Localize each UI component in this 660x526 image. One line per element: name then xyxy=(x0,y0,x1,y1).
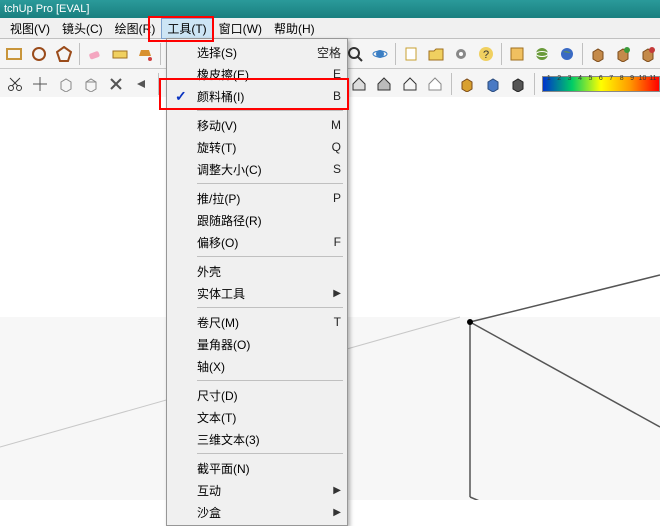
check-icon: ✓ xyxy=(175,88,187,105)
menu-item-solid[interactable]: 实体工具▶ xyxy=(169,282,345,304)
separator xyxy=(501,43,502,65)
menu-item-select[interactable]: 选择(S)空格 xyxy=(169,41,345,63)
menu-separator xyxy=(197,183,343,184)
app-title: tchUp Pro [EVAL] xyxy=(4,3,89,15)
submenu-arrow-icon: ▶ xyxy=(333,507,341,518)
polygon-icon[interactable] xyxy=(52,41,75,67)
menu-item-sandbox[interactable]: 沙盒▶ xyxy=(169,501,345,523)
separator xyxy=(158,73,159,95)
box-red-icon[interactable] xyxy=(636,41,659,67)
menu-item-rotate[interactable]: 旋转(T)Q xyxy=(169,136,345,158)
circle-icon[interactable] xyxy=(28,41,51,67)
cube-dark-icon[interactable] xyxy=(506,71,529,97)
cube-blue-icon[interactable] xyxy=(481,71,504,97)
tools-dropdown: 选择(S)空格 橡皮擦(E)E ✓ 颜料桶(I)B 移动(V)M 旋转(T)Q … xyxy=(166,38,348,526)
paint-bucket-icon[interactable] xyxy=(134,41,157,67)
shadow-gradient[interactable]: 1234567891011 xyxy=(542,76,660,92)
menu-item-interact[interactable]: 互动▶ xyxy=(169,479,345,501)
close-icon[interactable] xyxy=(105,71,128,97)
separator xyxy=(160,43,161,65)
menu-item-section[interactable]: 截平面(N) xyxy=(169,457,345,479)
menu-separator xyxy=(197,110,343,111)
arrow-icon[interactable] xyxy=(130,71,153,97)
gradient-labels: 1234567891011 xyxy=(543,75,659,82)
wireframe-solid-icon[interactable] xyxy=(79,71,102,97)
rectangle-icon[interactable] xyxy=(3,41,26,67)
menu-item-dimensions[interactable]: 尺寸(D) xyxy=(169,384,345,406)
wireframe-open-icon[interactable] xyxy=(54,71,77,97)
separator xyxy=(582,43,583,65)
tape-measure-icon[interactable] xyxy=(109,41,132,67)
orbit-icon[interactable] xyxy=(368,41,391,67)
menu-help[interactable]: 帮助(H) xyxy=(268,18,321,39)
menu-item-protractor[interactable]: 量角器(O) xyxy=(169,333,345,355)
submenu-arrow-icon: ▶ xyxy=(333,485,341,496)
menu-item-eraser[interactable]: 橡皮擦(E)E xyxy=(169,63,345,85)
menu-window[interactable]: 窗口(W) xyxy=(213,18,268,39)
separator xyxy=(451,73,452,95)
eraser-icon[interactable] xyxy=(84,41,107,67)
menu-item-paint-bucket[interactable]: ✓ 颜料桶(I)B xyxy=(169,85,345,107)
earth-icon[interactable] xyxy=(555,41,578,67)
menu-item-text[interactable]: 文本(T) xyxy=(169,406,345,428)
menu-item-shell[interactable]: 外壳 xyxy=(169,260,345,282)
menu-item-pushpull[interactable]: 推/拉(P)P xyxy=(169,187,345,209)
menu-item-3dtext[interactable]: 三维文本(3) xyxy=(169,428,345,450)
separator xyxy=(395,43,396,65)
menu-draw[interactable]: 绘图(R) xyxy=(109,18,162,39)
separator xyxy=(79,43,80,65)
menu-separator xyxy=(197,307,343,308)
menu-bar: 视图(V) 镜头(C) 绘图(R) 工具(T) 窗口(W) 帮助(H) xyxy=(0,18,660,39)
title-bar: tchUp Pro [EVAL] xyxy=(0,0,660,18)
separator xyxy=(534,73,535,95)
menu-camera[interactable]: 镜头(C) xyxy=(56,18,109,39)
menu-separator xyxy=(197,453,343,454)
menu-item-move[interactable]: 移动(V)M xyxy=(169,114,345,136)
submenu-arrow-icon: ▶ xyxy=(333,288,341,299)
globe-icon[interactable] xyxy=(530,41,553,67)
gear-icon[interactable] xyxy=(449,41,472,67)
menu-view[interactable]: 视图(V) xyxy=(4,18,56,39)
component-icon[interactable] xyxy=(506,41,529,67)
menu-separator xyxy=(197,256,343,257)
file-new-icon[interactable] xyxy=(400,41,423,67)
box-green-icon[interactable] xyxy=(612,41,635,67)
svg-text:?: ? xyxy=(482,49,488,61)
cube-gold-icon[interactable] xyxy=(456,71,479,97)
box-brown-icon[interactable] xyxy=(587,41,610,67)
menu-tools[interactable]: 工具(T) xyxy=(161,18,212,39)
menu-separator xyxy=(197,380,343,381)
house-style2-icon[interactable] xyxy=(347,71,370,97)
help-icon[interactable]: ? xyxy=(474,41,497,67)
house-style4-icon[interactable] xyxy=(398,71,421,97)
menu-item-offset[interactable]: 偏移(O)F xyxy=(169,231,345,253)
move-tool-icon[interactable] xyxy=(28,71,51,97)
menu-item-scale[interactable]: 调整大小(C)S xyxy=(169,158,345,180)
menu-item-axes[interactable]: 轴(X) xyxy=(169,355,345,377)
house-style3-icon[interactable] xyxy=(372,71,395,97)
menu-item-tape[interactable]: 卷尺(M)T xyxy=(169,311,345,333)
house-style5-icon[interactable] xyxy=(423,71,446,97)
menu-item-follow[interactable]: 跟随路径(R) xyxy=(169,209,345,231)
scissors-icon[interactable] xyxy=(3,71,26,97)
file-open-icon[interactable] xyxy=(425,41,448,67)
